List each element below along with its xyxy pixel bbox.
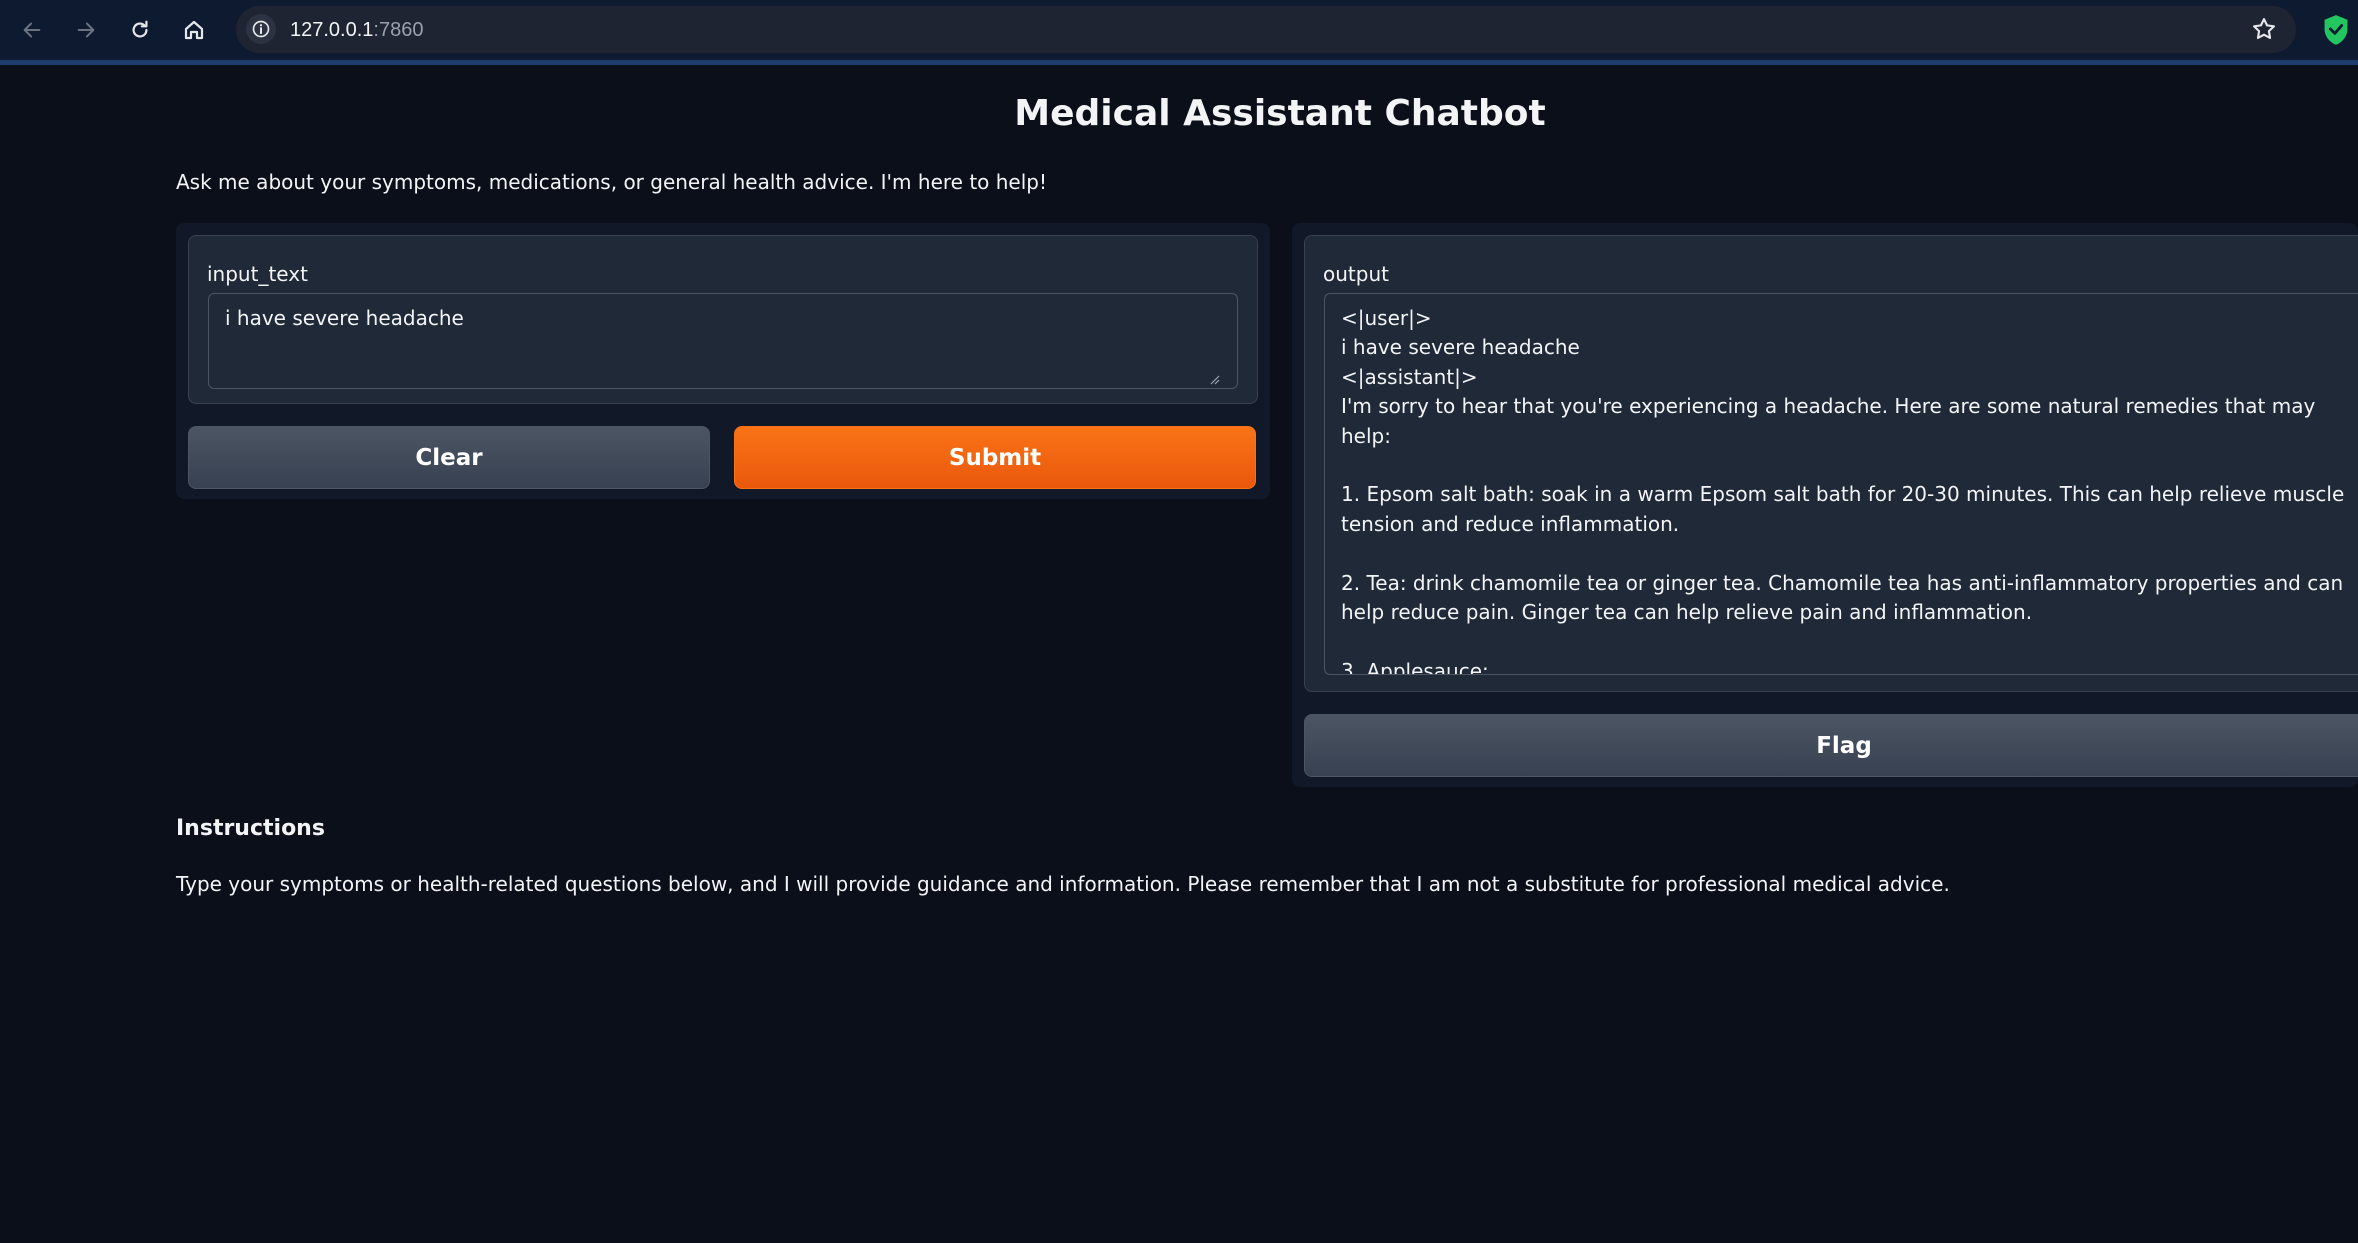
- output-block: output <|user|> i have severe headache <…: [1304, 235, 2358, 692]
- resize-handle-icon[interactable]: [1208, 373, 1220, 385]
- input-textarea[interactable]: i have severe headache: [208, 293, 1238, 389]
- home-icon[interactable]: [174, 10, 214, 50]
- site-info-icon[interactable]: [246, 14, 276, 44]
- submit-button[interactable]: Submit: [734, 426, 1256, 489]
- output-textarea[interactable]: <|user|> i have severe headache <|assist…: [1324, 293, 2358, 675]
- input-label: input_text: [207, 262, 308, 286]
- shield-extension-icon[interactable]: [2322, 14, 2350, 46]
- bookmark-star-icon[interactable]: [2250, 15, 2278, 43]
- address-bar[interactable]: 127.0.0.1:7860: [236, 6, 2296, 53]
- url-text[interactable]: 127.0.0.1:7860: [290, 18, 423, 42]
- forward-arrow-icon[interactable]: [66, 10, 106, 50]
- input-block: input_text i have severe headache: [188, 235, 1258, 404]
- page-title: Medical Assistant Chatbot: [1014, 93, 1546, 134]
- url-host: 127.0.0.1: [290, 19, 374, 41]
- clear-button[interactable]: Clear: [188, 426, 710, 489]
- instructions-text: Type your symptoms or health-related que…: [176, 872, 1950, 896]
- instructions-heading: Instructions: [176, 816, 325, 841]
- output-panel: output <|user|> i have severe headache <…: [1292, 223, 2358, 787]
- input-panel: input_text i have severe headache Clear …: [176, 223, 1270, 499]
- flag-button[interactable]: Flag: [1304, 714, 2358, 777]
- reload-icon[interactable]: [120, 10, 160, 50]
- page-description: Ask me about your symptoms, medications,…: [176, 170, 1048, 194]
- output-label: output: [1323, 262, 1389, 286]
- url-port: :7860: [373, 19, 424, 41]
- back-arrow-icon[interactable]: [12, 10, 52, 50]
- browser-toolbar: 127.0.0.1:7860: [0, 0, 2358, 65]
